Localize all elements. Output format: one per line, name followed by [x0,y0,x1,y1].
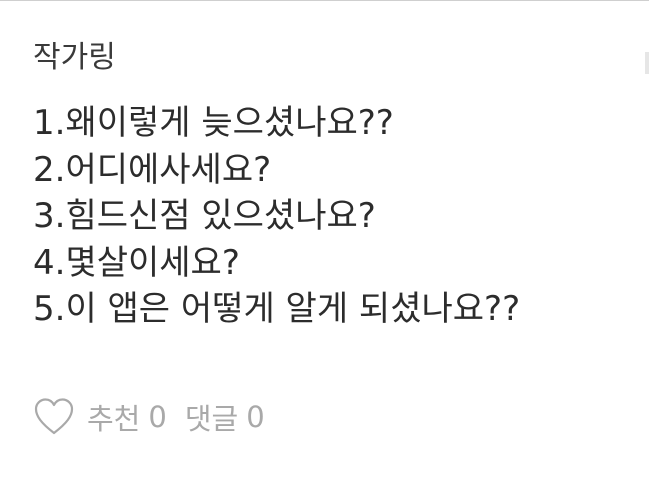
scroll-edge-indicator [645,52,649,74]
comment-count: 0 [246,400,265,434]
post-card: 작가링 1.왜이렇게 늦으셨나요?? 2.어디에사세요? 3.힘드신점 있으셨나… [33,38,633,333]
top-divider [0,0,649,1]
post-line-3: 3.힘드신점 있으셨나요? [33,196,376,236]
like-label[interactable]: 추천 [87,396,140,438]
heart-outline-icon[interactable] [33,396,75,438]
post-line-4: 4.몇살이세요? [33,242,240,283]
author-name[interactable]: 작가링 [33,38,633,78]
post-line-2: 2.어디에사세요? [33,149,272,190]
post-footer: 추천 0 댓글 0 [33,393,265,441]
comment-label[interactable]: 댓글 [185,396,238,438]
post-body: 1.왜이렇게 늦으셨나요?? 2.어디에사세요? 3.힘드신점 있으셨나요? 4… [33,100,633,333]
post-line-5: 5.이 앱은 어떻게 알게 되셨나요?? [33,289,521,329]
like-count: 0 [148,400,167,434]
post-line-1: 1.왜이렇게 늦으셨나요?? [33,103,394,143]
